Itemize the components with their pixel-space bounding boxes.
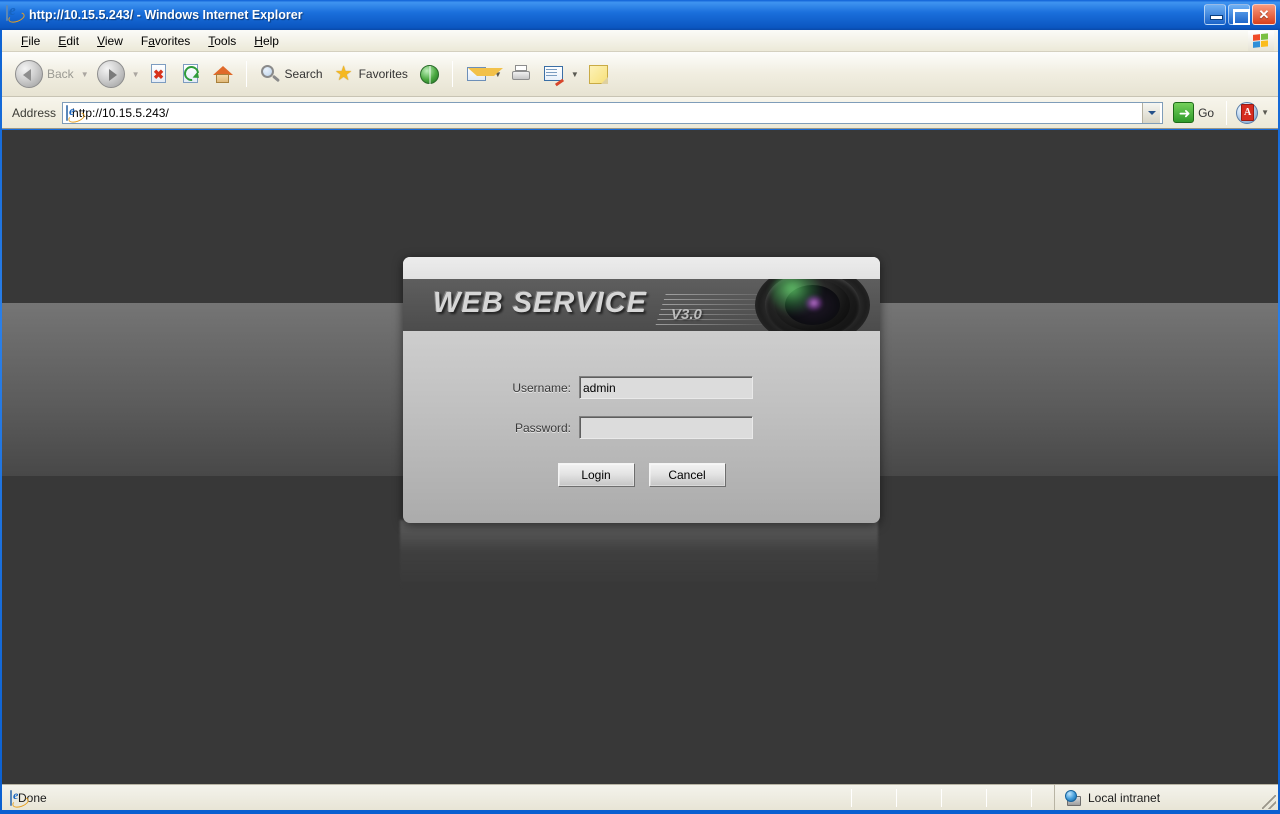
favorites-button[interactable]: ★ Favorites	[328, 56, 413, 92]
ie-icon	[6, 5, 24, 24]
login-button[interactable]: Login	[557, 463, 635, 487]
menu-label-view: iew	[104, 33, 123, 48]
password-row: Password:	[403, 416, 880, 439]
minimize-icon[interactable]	[1204, 4, 1226, 25]
username-row: Username:	[403, 376, 880, 399]
dialog-header: WEB SERVICE V3.0	[403, 279, 880, 331]
browser-window: http://10.15.5.243/ - Windows Internet E…	[0, 0, 1280, 814]
mail-button[interactable]	[460, 56, 503, 92]
toolbar-separator	[451, 61, 453, 87]
toolbar: Back ▼ ▼ Search ★ Favo	[2, 52, 1278, 97]
status-divider	[941, 788, 942, 807]
note-icon	[587, 63, 609, 85]
search-icon	[259, 63, 281, 85]
back-arrow-icon	[15, 60, 43, 88]
edit-icon	[542, 63, 564, 87]
page-viewport: WEB SERVICE V3.0 Username: Passw	[2, 130, 1278, 784]
star-icon: ★	[334, 63, 353, 85]
dialog-button-row: Login Cancel	[403, 463, 880, 487]
ie-icon	[65, 104, 72, 121]
login-dialog: WEB SERVICE V3.0 Username: Passw	[403, 257, 880, 523]
toolbar-separator	[1226, 100, 1228, 125]
address-bar: Address http://10.15.5.243/ Go A ▼	[2, 97, 1278, 129]
search-label: Search	[284, 67, 323, 81]
menu-item-file[interactable]: File	[12, 31, 49, 51]
local-intranet-icon	[1065, 789, 1082, 806]
menu-bar: File Edit View Favorites Tools Help	[2, 30, 1278, 52]
menu-item-view[interactable]: View	[88, 31, 132, 51]
status-dividers	[829, 785, 1054, 810]
forward-arrow-icon	[96, 60, 125, 88]
home-icon	[212, 63, 234, 85]
back-label: Back	[47, 67, 74, 81]
go-label: Go	[1198, 105, 1215, 120]
media-button[interactable]	[413, 56, 445, 92]
menu-label-favorites: vorites	[154, 33, 191, 48]
username-label: Username:	[512, 380, 571, 395]
menu-item-tools[interactable]: Tools	[199, 31, 245, 51]
forward-button[interactable]	[92, 56, 130, 92]
printer-icon	[510, 63, 532, 85]
address-input[interactable]: http://10.15.5.243/	[62, 101, 1164, 124]
zone-text: Local intranet	[1088, 790, 1161, 805]
search-button[interactable]: Search	[254, 56, 328, 92]
forward-dropdown-icon[interactable]: ▼	[132, 70, 140, 79]
status-divider	[1031, 788, 1032, 807]
title-bar: http://10.15.5.243/ - Windows Internet E…	[0, 0, 1280, 30]
menu-item-help[interactable]: Help	[245, 31, 288, 51]
edit-dropdown-icon[interactable]: ▼	[571, 70, 579, 79]
edit-button[interactable]	[537, 56, 569, 92]
refresh-icon	[180, 62, 202, 85]
restore-icon[interactable]	[1228, 4, 1250, 25]
toolbar-separator	[245, 61, 247, 87]
back-dropdown-icon[interactable]: ▼	[81, 70, 89, 79]
status-message: Done	[2, 789, 829, 806]
menu-label-file: ile	[28, 33, 41, 48]
password-label: Password:	[514, 420, 571, 435]
menu-label-tools: ools	[214, 33, 237, 48]
refresh-button[interactable]	[175, 56, 207, 92]
mail-icon	[465, 63, 503, 85]
pdf-icon[interactable]: A	[1235, 101, 1259, 125]
status-divider	[986, 788, 987, 807]
menu-label-help: elp	[262, 33, 279, 48]
stop-button[interactable]	[143, 56, 175, 92]
address-label: Address	[12, 105, 57, 120]
close-icon[interactable]	[1252, 4, 1276, 26]
menu-item-favorites[interactable]: Favorites	[132, 31, 199, 51]
ie-icon	[10, 789, 18, 806]
pdf-dropdown-icon[interactable]: ▼	[1261, 108, 1269, 117]
resize-grip-icon[interactable]	[1262, 795, 1276, 809]
go-button[interactable]: Go	[1169, 100, 1218, 125]
note-button[interactable]	[582, 56, 614, 92]
window-title: http://10.15.5.243/ - Windows Internet E…	[29, 8, 303, 22]
address-value: http://10.15.5.243/	[72, 105, 169, 120]
camera-lens-icon	[755, 279, 870, 331]
menu-item-edit[interactable]: Edit	[49, 31, 88, 51]
home-button[interactable]	[207, 56, 239, 92]
status-divider	[896, 788, 897, 807]
back-button[interactable]: Back	[10, 56, 79, 92]
status-divider	[851, 788, 852, 807]
dialog-reflection	[400, 520, 878, 590]
menu-label-edit: dit	[66, 33, 80, 48]
favorites-label: Favorites	[358, 67, 408, 81]
cancel-button[interactable]: Cancel	[648, 463, 726, 487]
dialog-body: Username: Password: Login Cancel	[403, 331, 880, 523]
brand-version: V3.0	[671, 306, 702, 323]
status-bar: Done Local intranet	[2, 784, 1278, 810]
status-badge[interactable]: Local intranet	[1054, 785, 1278, 810]
chevron-down-icon[interactable]	[1142, 102, 1161, 123]
globe-icon	[418, 63, 440, 85]
brand-title: WEB SERVICE	[433, 287, 648, 319]
window-controls	[1204, 4, 1276, 26]
username-input[interactable]	[579, 376, 753, 399]
go-arrow-icon	[1173, 102, 1195, 124]
stop-icon	[148, 63, 170, 85]
password-input[interactable]	[579, 416, 753, 439]
print-button[interactable]	[505, 56, 537, 92]
windows-flag-icon	[1248, 31, 1274, 51]
dialog-top-strip	[403, 257, 880, 279]
